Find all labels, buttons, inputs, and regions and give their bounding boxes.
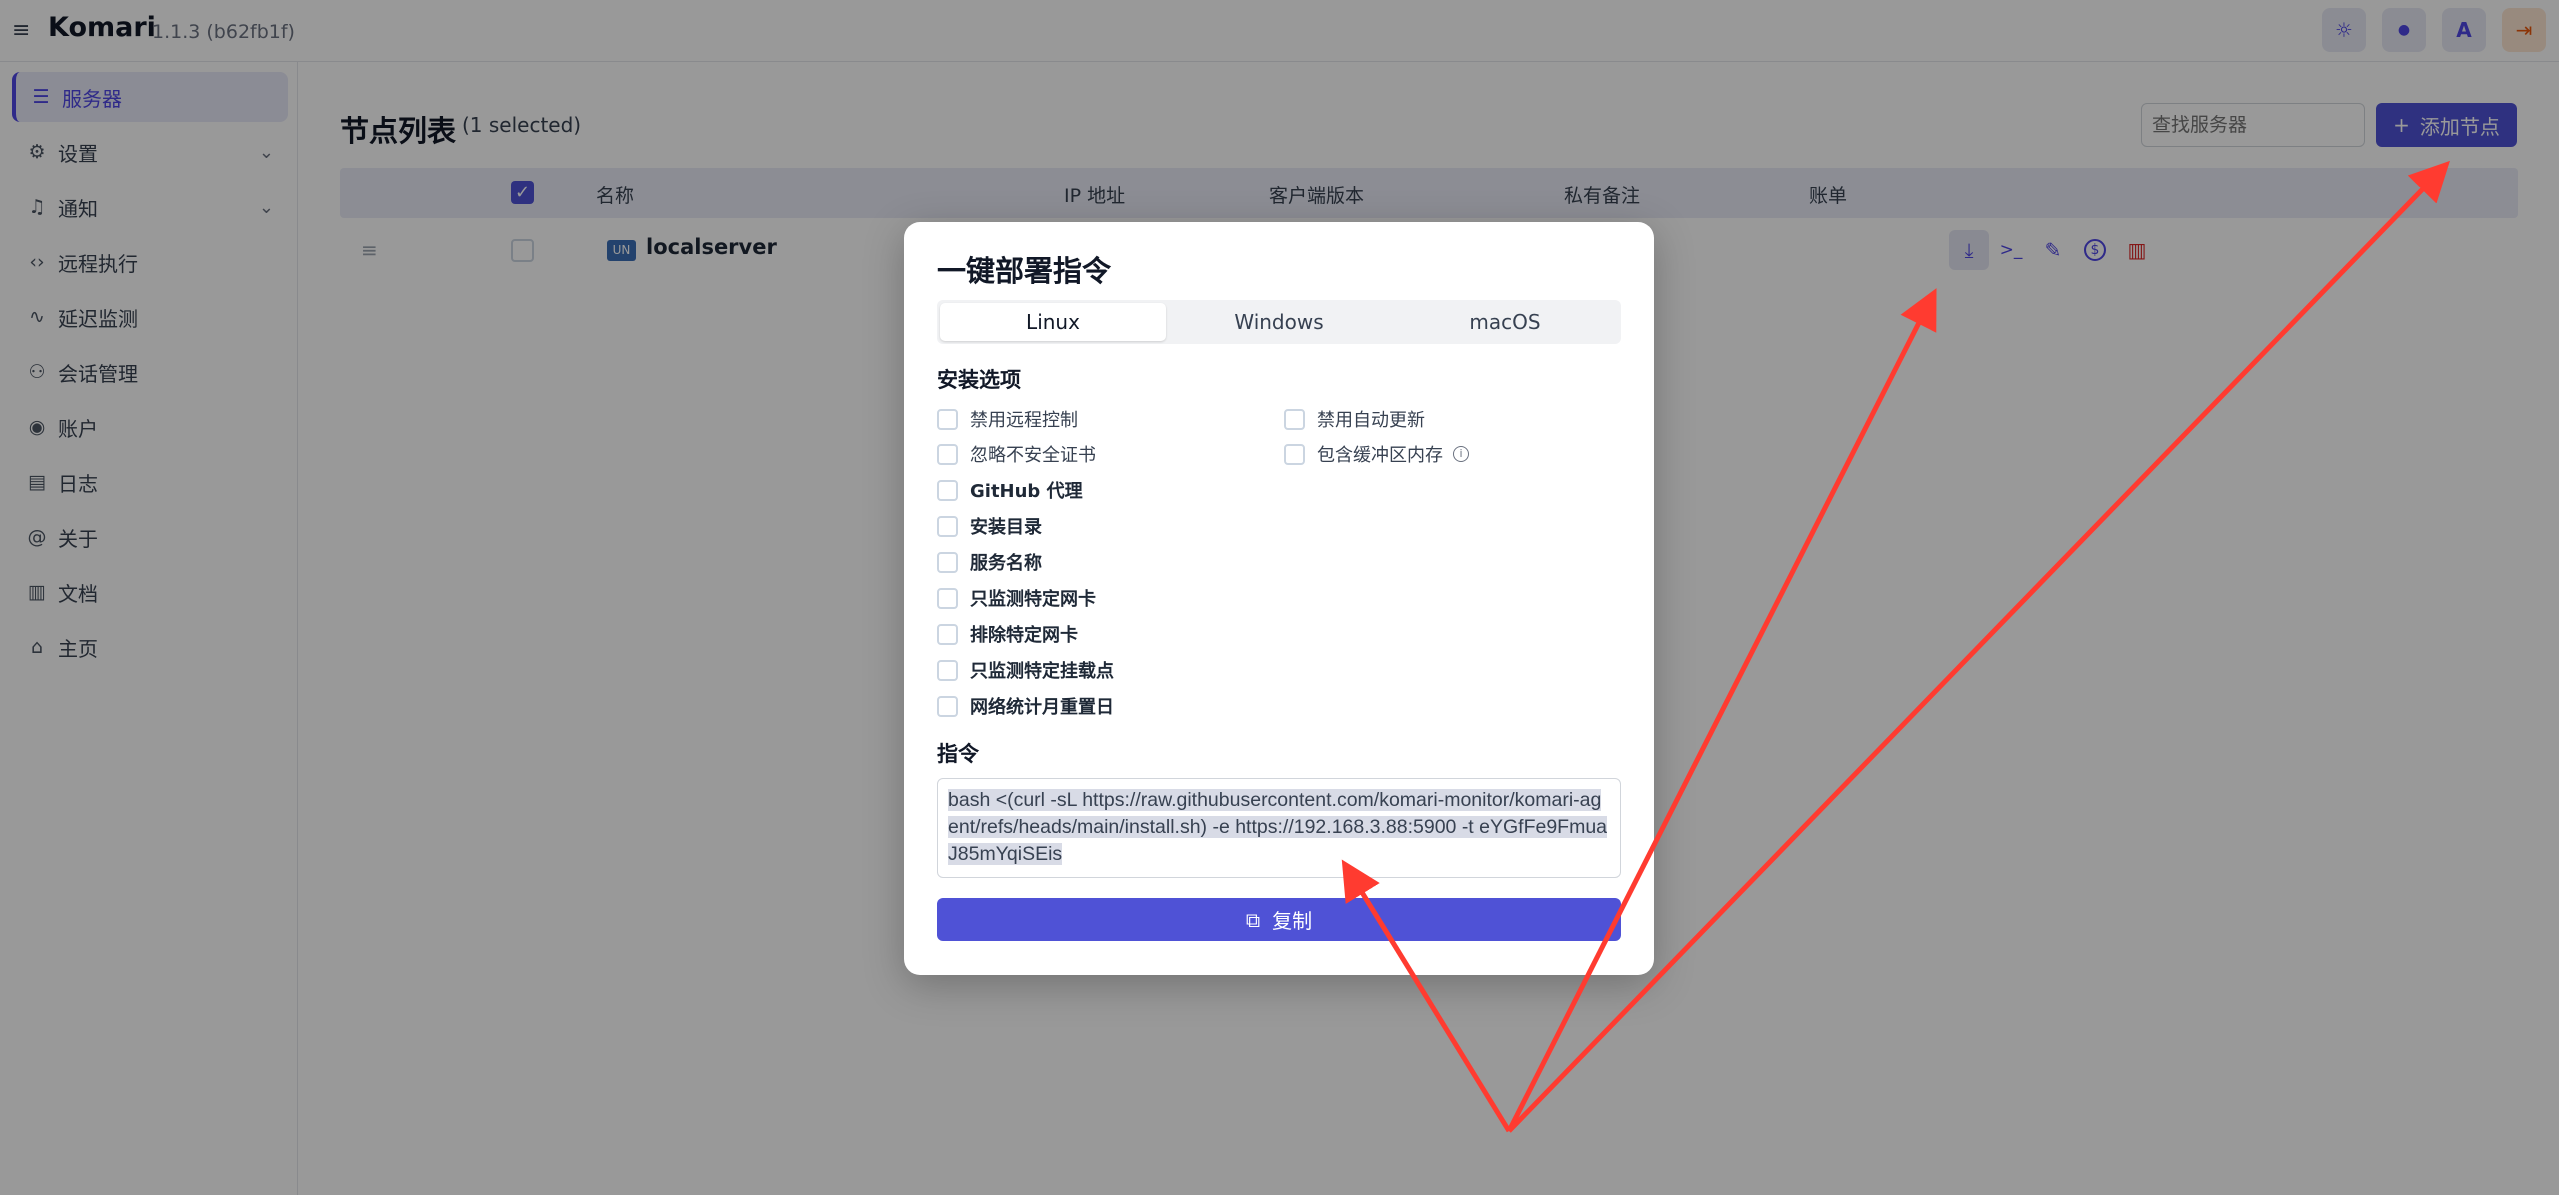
- checkbox[interactable]: [937, 479, 958, 501]
- checkbox[interactable]: [1284, 408, 1305, 430]
- option-label: 网络统计月重置日: [970, 697, 1114, 718]
- option-label: 忽略不安全证书: [970, 445, 1096, 466]
- option-label: 服务名称: [970, 553, 1042, 574]
- option-monitor-specific-nic[interactable]: 只监测特定网卡: [937, 585, 1096, 611]
- checkbox[interactable]: [937, 408, 958, 430]
- copy-label: 复制: [1272, 909, 1313, 933]
- option-exclude-nic[interactable]: 排除特定网卡: [937, 621, 1078, 647]
- option-label: 包含缓冲区内存: [1317, 445, 1443, 466]
- option-label: 只监测特定网卡: [970, 589, 1096, 610]
- install-options-label: 安装选项: [937, 368, 1021, 392]
- option-label: 只监测特定挂载点: [970, 661, 1114, 682]
- checkbox[interactable]: [1284, 443, 1305, 465]
- info-icon[interactable]: i: [1453, 446, 1469, 462]
- checkbox[interactable]: [937, 515, 958, 537]
- option-install-dir[interactable]: 安装目录: [937, 513, 1042, 539]
- checkbox[interactable]: [937, 623, 958, 645]
- option-disable-remote-control[interactable]: 禁用远程控制: [937, 406, 1078, 432]
- checkbox[interactable]: [937, 659, 958, 681]
- tab-windows[interactable]: Windows: [1166, 303, 1392, 341]
- checkbox[interactable]: [937, 587, 958, 609]
- option-include-buffer-memory[interactable]: 包含缓冲区内存 i: [1284, 441, 1469, 467]
- option-monitor-specific-mount[interactable]: 只监测特定挂载点: [937, 657, 1114, 683]
- os-tabs: Linux Windows macOS: [937, 300, 1621, 344]
- dialog-title: 一键部署指令: [937, 254, 1112, 288]
- command-value: bash <(curl -sL https://raw.githubuserco…: [948, 789, 1608, 865]
- option-ignore-insecure-cert[interactable]: 忽略不安全证书: [937, 441, 1096, 467]
- tab-linux[interactable]: Linux: [940, 303, 1166, 341]
- checkbox[interactable]: [937, 551, 958, 573]
- checkbox[interactable]: [937, 443, 958, 465]
- option-disable-auto-update[interactable]: 禁用自动更新: [1284, 406, 1425, 432]
- option-github-proxy[interactable]: GitHub 代理: [937, 477, 1083, 503]
- checkbox[interactable]: [937, 695, 958, 717]
- tab-macos[interactable]: macOS: [1392, 303, 1618, 341]
- option-label: 禁用自动更新: [1317, 410, 1425, 431]
- option-label: 禁用远程控制: [970, 410, 1078, 431]
- copy-icon: ⧉: [1245, 907, 1261, 932]
- command-label: 指令: [937, 742, 979, 766]
- command-text[interactable]: bash <(curl -sL https://raw.githubuserco…: [937, 778, 1621, 878]
- option-label: 安装目录: [970, 517, 1042, 538]
- deploy-command-dialog: 一键部署指令 Linux Windows macOS 安装选项 禁用远程控制 禁…: [904, 222, 1654, 975]
- copy-button[interactable]: ⧉ 复制: [937, 898, 1621, 941]
- option-label: GitHub 代理: [970, 481, 1083, 502]
- option-label: 排除特定网卡: [970, 625, 1078, 646]
- option-monthly-reset-day[interactable]: 网络统计月重置日: [937, 693, 1114, 719]
- option-service-name[interactable]: 服务名称: [937, 549, 1042, 575]
